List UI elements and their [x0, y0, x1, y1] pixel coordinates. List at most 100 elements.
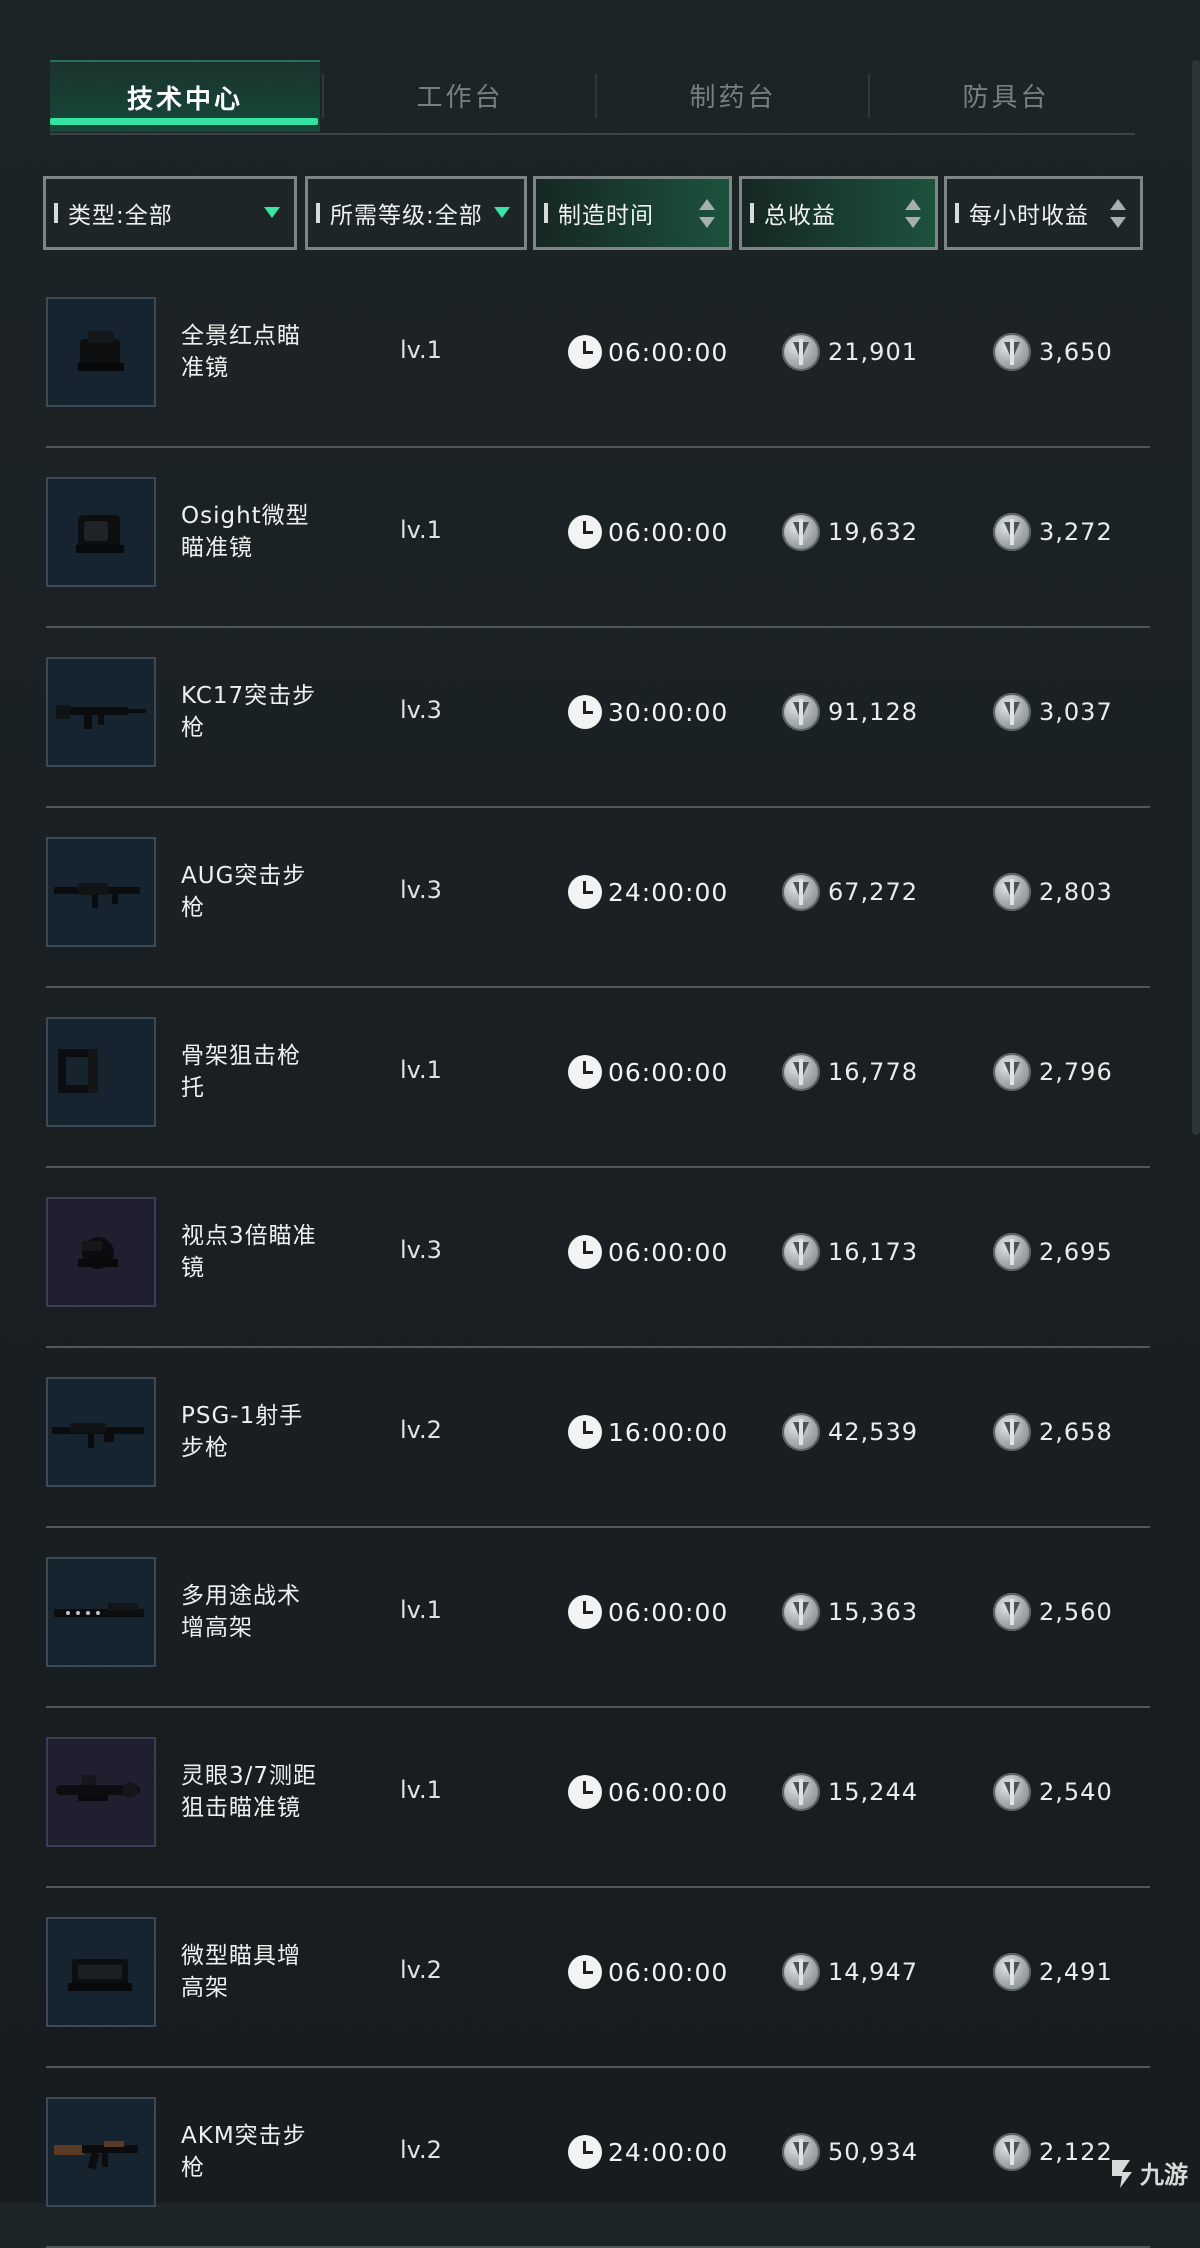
list-item[interactable]: AUG突击步枪 lv.3 24:00:00 67,272 2,803	[46, 808, 1150, 988]
tab-armor-bench[interactable]: 防具台	[871, 60, 1141, 130]
craft-time: 06:00:00	[568, 512, 728, 552]
currency-coin-icon	[782, 693, 820, 731]
filter-tick	[54, 203, 58, 223]
currency-coin-icon	[782, 333, 820, 371]
craft-time: 06:00:00	[568, 1052, 728, 1092]
chevron-down-icon	[264, 207, 280, 218]
currency-coin-icon	[993, 873, 1031, 911]
sort-total-income[interactable]: 总收益	[739, 176, 938, 250]
total-income-value: 15,363	[828, 1598, 918, 1626]
total-income: 42,539	[782, 1412, 918, 1452]
list-item[interactable]: PSG-1射手步枪 lv.2 16:00:00 42,539 2,658	[46, 1348, 1150, 1528]
clock-icon	[568, 335, 602, 369]
total-income-value: 42,539	[828, 1418, 918, 1446]
item-name: 多用途战术增高架	[181, 1583, 301, 1641]
total-income-value: 91,128	[828, 698, 918, 726]
item-name: PSG-1射手步枪	[181, 1403, 304, 1461]
clock-icon	[568, 1235, 602, 1269]
level-filter-dropdown[interactable]: 所需等级:全部	[305, 176, 527, 250]
total-income: 15,244	[782, 1772, 918, 1812]
tab-pharmacy[interactable]: 制药台	[598, 60, 868, 130]
total-income-value: 16,778	[828, 1058, 918, 1086]
clock-icon	[568, 1955, 602, 1989]
currency-coin-icon	[782, 1053, 820, 1091]
hourly-income: 3,650	[993, 332, 1113, 372]
hourly-income-value: 2,540	[1039, 1778, 1113, 1806]
total-income: 67,272	[782, 872, 918, 912]
clock-icon	[568, 1775, 602, 1809]
craft-time: 06:00:00	[568, 1772, 728, 1812]
list-item[interactable]: 多用途战术增高架 lv.1 06:00:00 15,363 2,560	[46, 1528, 1150, 1708]
sort-craft-time[interactable]: 制造时间	[533, 176, 732, 250]
tab-workbench[interactable]: 工作台	[325, 60, 595, 130]
total-income-value: 67,272	[828, 878, 918, 906]
hourly-income: 2,122	[993, 2132, 1113, 2172]
clock-icon	[568, 1595, 602, 1629]
craft-time-value: 06:00:00	[608, 1237, 729, 1267]
total-income-value: 50,934	[828, 2138, 918, 2166]
list-item[interactable]: 灵眼3/7测距狙击瞄准镜 lv.1 06:00:00 15,244 2,540	[46, 1708, 1150, 1888]
total-income-value: 21,901	[828, 338, 918, 366]
hourly-income-value: 2,695	[1039, 1238, 1113, 1266]
craft-time: 16:00:00	[568, 1412, 728, 1452]
list-item[interactable]: 视点3倍瞄准镜 lv.3 06:00:00 16,173 2,695	[46, 1168, 1150, 1348]
item-level: lv.3	[400, 1236, 442, 1264]
craft-time-value: 06:00:00	[608, 1057, 729, 1087]
list-item[interactable]: 全景红点瞄准镜 lv.1 06:00:00 21,901 3,650	[46, 268, 1150, 448]
currency-coin-icon	[993, 2133, 1031, 2171]
total-income: 15,363	[782, 1592, 918, 1632]
currency-coin-icon	[782, 1953, 820, 1991]
item-name: 全景红点瞄准镜	[181, 323, 301, 381]
scrollbar[interactable]	[1192, 60, 1200, 1135]
currency-coin-icon	[782, 1413, 820, 1451]
craft-time: 24:00:00	[568, 872, 728, 912]
watermark-logo-icon	[1112, 2159, 1132, 2188]
item-level: lv.2	[400, 1416, 442, 1444]
craft-time: 30:00:00	[568, 692, 728, 732]
craft-time: 24:00:00	[568, 2132, 728, 2172]
currency-coin-icon	[993, 1593, 1031, 1631]
currency-coin-icon	[993, 333, 1031, 371]
red-dot-sight-icon	[46, 297, 156, 407]
hourly-income: 3,272	[993, 512, 1113, 552]
craft-time-value: 06:00:00	[608, 1777, 729, 1807]
filter-tick	[955, 203, 959, 223]
currency-coin-icon	[993, 513, 1031, 551]
list-item[interactable]: KC17突击步枪 lv.3 30:00:00 91,128 3,037	[46, 628, 1150, 808]
filter-tick	[316, 203, 320, 223]
list-item[interactable]: 微型瞄具增高架 lv.2 06:00:00 14,947 2,491	[46, 1888, 1150, 2068]
list-item[interactable]: AKM突击步枪 lv.2 24:00:00 50,934 2,122	[46, 2068, 1150, 2248]
clock-icon	[568, 1415, 602, 1449]
item-name: KC17突击步枪	[181, 683, 317, 741]
hourly-income-value: 3,650	[1039, 338, 1113, 366]
item-name: 灵眼3/7测距狙击瞄准镜	[181, 1763, 318, 1821]
type-filter-dropdown[interactable]: 类型:全部	[43, 176, 297, 250]
micro-sight-icon	[46, 477, 156, 587]
currency-coin-icon	[782, 2133, 820, 2171]
currency-coin-icon	[782, 1593, 820, 1631]
total-income: 21,901	[782, 332, 918, 372]
active-tab-indicator	[50, 118, 318, 125]
list-item[interactable]: Osight微型瞄准镜 lv.1 06:00:00 19,632 3,272	[46, 448, 1150, 628]
hourly-income-value: 2,803	[1039, 878, 1113, 906]
sort-hourly-income[interactable]: 每小时收益	[944, 176, 1143, 250]
clock-icon	[568, 2135, 602, 2169]
tab-divider	[868, 74, 870, 118]
level-filter-label: 所需等级:全部	[330, 203, 483, 229]
hourly-income: 2,560	[993, 1592, 1113, 1632]
currency-coin-icon	[782, 513, 820, 551]
sort-total-income-label: 总收益	[764, 203, 836, 229]
sort-icon	[905, 199, 921, 233]
hourly-income-value: 2,491	[1039, 1958, 1113, 1986]
craft-time-value: 30:00:00	[608, 697, 729, 727]
currency-coin-icon	[993, 693, 1031, 731]
type-filter-label: 类型:全部	[68, 203, 173, 229]
item-level: lv.1	[400, 1596, 442, 1624]
item-level: lv.3	[400, 876, 442, 904]
hourly-income: 3,037	[993, 692, 1113, 732]
total-income: 50,934	[782, 2132, 918, 2172]
hourly-income-value: 3,037	[1039, 698, 1113, 726]
rifle-icon	[46, 657, 156, 767]
list-item[interactable]: 骨架狙击枪托 lv.1 06:00:00 16,778 2,796	[46, 988, 1150, 1168]
currency-coin-icon	[993, 1773, 1031, 1811]
